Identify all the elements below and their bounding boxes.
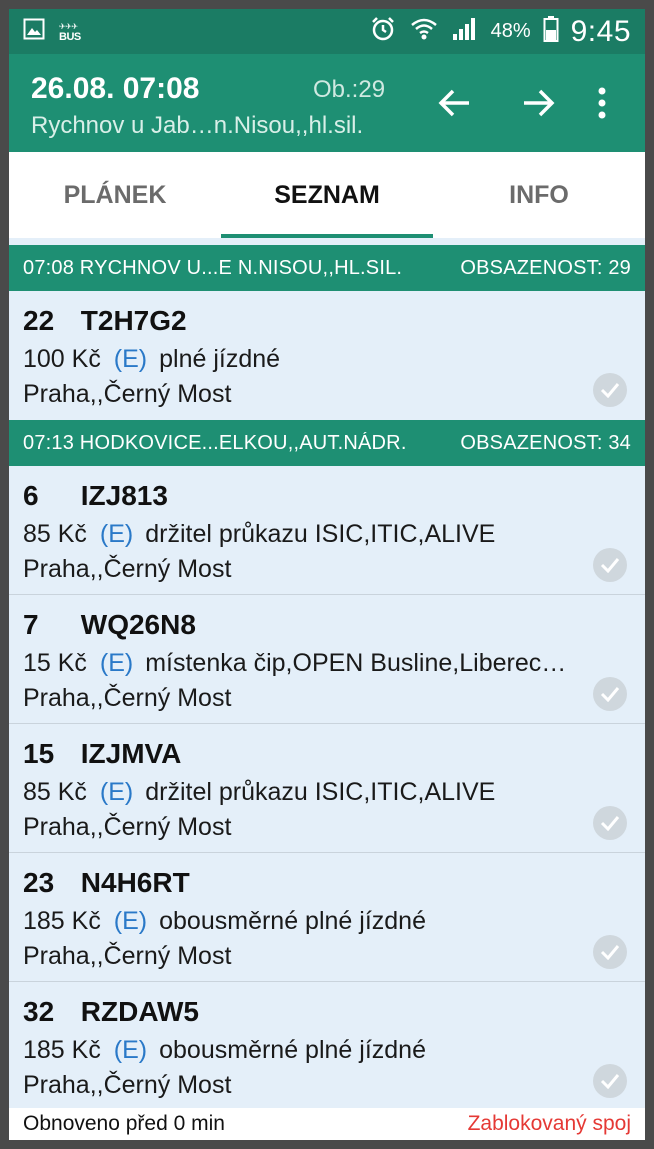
ticket-row[interactable]: 15 IZJMVA 85 Kč (E) držitel průkazu ISIC,… xyxy=(9,724,645,853)
e-ticket-badge: (E) xyxy=(99,778,134,806)
ticket-destination: Praha,,Černý Most xyxy=(23,684,232,712)
e-ticket-badge: (E) xyxy=(113,345,148,373)
signal-icon xyxy=(451,16,479,47)
ticket-id-line: 22 T2H7G2 xyxy=(23,305,187,337)
ticket-code: RZDAW5 xyxy=(80,996,200,1027)
bus-app-icon: ✈✈✈ BUS xyxy=(59,21,81,43)
battery-icon xyxy=(543,15,559,48)
ticket-fare-line: 15 Kč (E) místenka čip,OPEN Busline,Liber… xyxy=(23,649,593,678)
group-route: 07:08 RYCHNOV U...E N.NISOU,,HL.SIL. xyxy=(23,256,403,279)
ticket-fare-line: 185 Kč (E) obousměrné plné jízdné xyxy=(23,907,593,936)
occupancy-summary: Ob.:29 xyxy=(313,76,386,103)
seat-number: 22 xyxy=(23,305,55,336)
previous-button[interactable] xyxy=(432,81,476,125)
ticket-list[interactable]: 07:08 RYCHNOV U...E N.NISOU,,HL.SIL. OBS… xyxy=(9,238,645,1108)
ticket-price: 85 Kč xyxy=(23,778,87,806)
ticket-fare-line: 100 Kč (E) plné jízdné xyxy=(23,345,593,374)
ticket-destination: Praha,,Černý Most xyxy=(23,555,232,583)
status-bar-right: 48% 9:45 xyxy=(369,15,645,49)
station-name: Rychnov u Jab…n.Nisou,,hl.sil. xyxy=(31,112,364,139)
status-bar: ✈✈✈ BUS 48% 9:45 xyxy=(9,9,645,54)
ticket-destination: Praha,,Černý Most xyxy=(23,380,232,408)
seat-number: 6 xyxy=(23,480,39,511)
arrow-left-icon xyxy=(438,89,469,117)
ticket-id-line: 32 RZDAW5 xyxy=(23,996,199,1028)
clock: 9:45 xyxy=(570,14,631,48)
ticket-fare-line: 85 Kč (E) držitel průkazu ISIC,ITIC,ALIVE xyxy=(23,520,593,549)
group-route: 07:13 HODKOVICE...ELKOU,,AUT.NÁDR. xyxy=(23,431,407,454)
tab-bar: PLÁNEK SEZNAM INFO xyxy=(9,152,645,238)
e-ticket-badge: (E) xyxy=(113,1036,148,1064)
more-vert-icon xyxy=(598,87,606,119)
blocked-connection-status: Zablokovaný spoj xyxy=(467,1112,631,1135)
check-icon[interactable] xyxy=(593,1064,627,1098)
ticket-id-line: 6 IZJ813 xyxy=(23,480,168,512)
ticket-code: WQ26N8 xyxy=(80,609,196,640)
ticket-price: 15 Kč xyxy=(23,649,87,677)
ticket-row[interactable]: 23 N4H6RT 185 Kč (E) obousměrné plné jízd… xyxy=(9,853,645,982)
ticket-destination: Praha,,Černý Most xyxy=(23,1071,232,1099)
group-occupancy: OBSAZENOST: 34 xyxy=(460,431,631,454)
ticket-row[interactable]: 6 IZJ813 85 Kč (E) držitel průkazu ISIC,I… xyxy=(9,466,645,595)
departure-datetime: 26.08. 07:08 xyxy=(31,72,200,105)
ticket-price: 185 Kč xyxy=(23,907,101,935)
check-icon[interactable] xyxy=(593,806,627,840)
tab-planek[interactable]: PLÁNEK xyxy=(9,152,221,238)
bus-label: BUS xyxy=(59,30,81,43)
stop-group-header: 07:08 RYCHNOV U...E N.NISOU,,HL.SIL. OBS… xyxy=(9,245,645,291)
check-icon[interactable] xyxy=(593,935,627,969)
arrow-right-icon xyxy=(524,89,555,117)
ticket-row[interactable]: 7 WQ26N8 15 Kč (E) místenka čip,OPEN Busl… xyxy=(9,595,645,724)
seat-number: 32 xyxy=(23,996,55,1027)
e-ticket-badge: (E) xyxy=(99,649,134,677)
tab-info[interactable]: INFO xyxy=(433,152,645,238)
image-icon xyxy=(23,18,45,45)
fare-type: plné jízdné xyxy=(159,345,281,373)
wifi-icon xyxy=(409,15,439,48)
status-footer: Obnoveno před 0 min Zablokovaný spoj xyxy=(9,1108,645,1140)
ticket-code: IZJ813 xyxy=(80,480,168,511)
ticket-code: N4H6RT xyxy=(80,867,190,898)
ticket-fare-line: 85 Kč (E) držitel průkazu ISIC,ITIC,ALIVE xyxy=(23,778,593,807)
refresh-status: Obnoveno před 0 min xyxy=(23,1112,225,1135)
stop-group-header: 07:13 HODKOVICE...ELKOU,,AUT.NÁDR. OBSAZ… xyxy=(9,420,645,466)
seat-number: 15 xyxy=(23,738,55,769)
ticket-row[interactable]: 32 RZDAW5 185 Kč (E) obousměrné plné jízd… xyxy=(9,982,645,1108)
fare-type: držitel průkazu ISIC,ITIC,ALIVE xyxy=(145,778,496,806)
ticket-destination: Praha,,Černý Most xyxy=(23,813,232,841)
fare-type: držitel průkazu ISIC,ITIC,ALIVE xyxy=(145,520,496,548)
ticket-code: T2H7G2 xyxy=(80,305,187,336)
ticket-price: 185 Kč xyxy=(23,1036,101,1064)
status-bar-left: ✈✈✈ BUS xyxy=(9,18,81,45)
fare-type: místenka čip,OPEN Busline,Liberec… xyxy=(145,649,567,677)
app-bar: 26.08. 07:08 Ob.:29 Rychnov u Jab…n.Niso… xyxy=(9,54,645,152)
battery-percent: 48% xyxy=(490,20,531,42)
group-occupancy: OBSAZENOST: 29 xyxy=(460,256,631,279)
ticket-price: 100 Kč xyxy=(23,345,101,373)
seat-number: 7 xyxy=(23,609,39,640)
fare-type: obousměrné plné jízdné xyxy=(159,1036,426,1064)
ticket-id-line: 23 N4H6RT xyxy=(23,867,190,899)
list-spacer xyxy=(9,238,645,245)
seat-number: 23 xyxy=(23,867,55,898)
check-icon[interactable] xyxy=(593,548,627,582)
ticket-destination: Praha,,Černý Most xyxy=(23,942,232,970)
fare-type: obousměrné plné jízdné xyxy=(159,907,426,935)
ticket-id-line: 15 IZJMVA xyxy=(23,738,181,770)
phone-screen: ✈✈✈ BUS 48% 9:45 26.08. 07:08 Ob.:29 Ryc… xyxy=(9,9,645,1140)
ticket-price: 85 Kč xyxy=(23,520,87,548)
more-menu-button[interactable] xyxy=(580,81,624,125)
ticket-fare-line: 185 Kč (E) obousměrné plné jízdné xyxy=(23,1036,593,1065)
check-icon[interactable] xyxy=(593,373,627,407)
ticket-row[interactable]: 22 T2H7G2 100 Kč (E) plné jízdné Praha,,Č… xyxy=(9,291,645,420)
ticket-code: IZJMVA xyxy=(80,738,182,769)
ticket-id-line: 7 WQ26N8 xyxy=(23,609,196,641)
alarm-icon xyxy=(369,15,397,48)
tab-seznam[interactable]: SEZNAM xyxy=(221,152,433,238)
e-ticket-badge: (E) xyxy=(113,907,148,935)
next-button[interactable] xyxy=(517,81,561,125)
e-ticket-badge: (E) xyxy=(99,520,134,548)
check-icon[interactable] xyxy=(593,677,627,711)
